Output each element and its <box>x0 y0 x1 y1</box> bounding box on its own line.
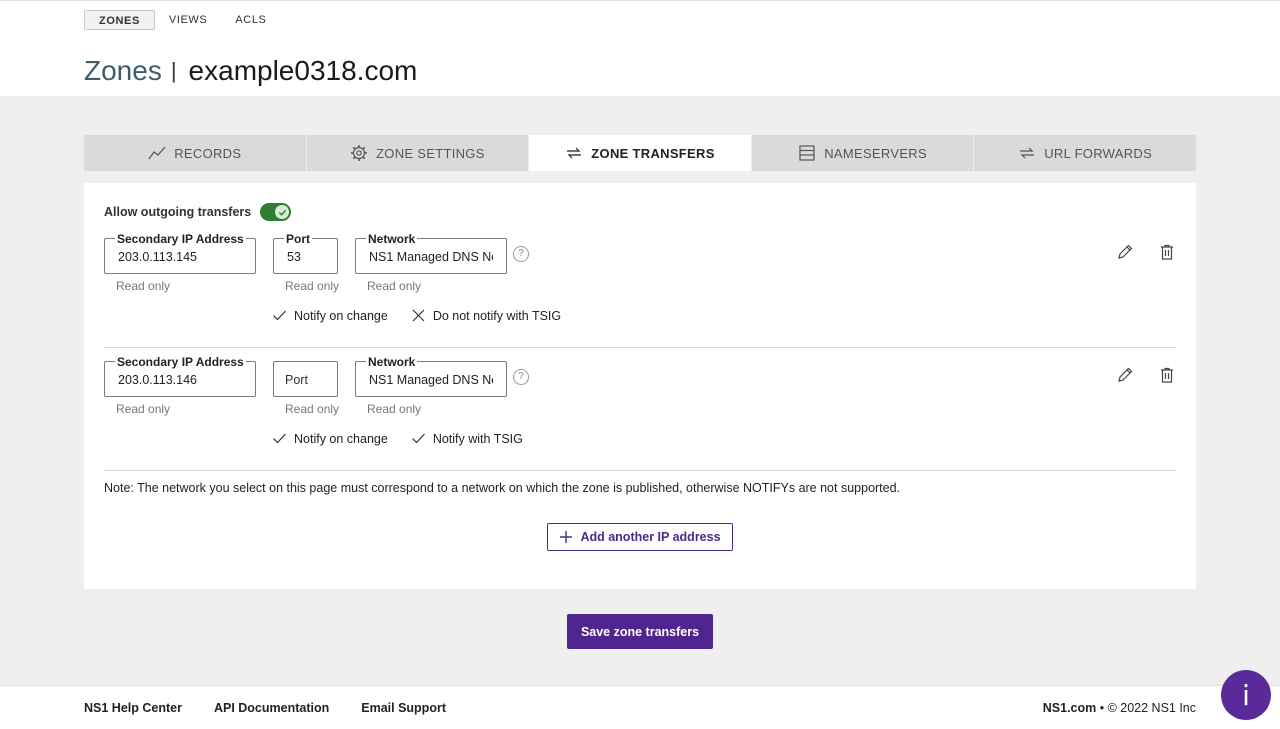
read-only-hint: Read only <box>285 402 340 416</box>
chart-line-icon <box>148 146 166 160</box>
port-label: Port <box>284 232 312 246</box>
breadcrumb: Zones | example0318.com <box>84 55 417 87</box>
check-icon <box>273 433 286 444</box>
port-placeholder: Port <box>285 373 308 387</box>
subnav-views[interactable]: VIEWS <box>155 10 221 30</box>
read-only-hint: Read only <box>367 402 422 416</box>
help-icon[interactable]: ? <box>513 369 529 385</box>
email-support-link[interactable]: Email Support <box>361 701 446 715</box>
row-actions <box>1116 243 1176 261</box>
port-value: 53 <box>287 250 301 264</box>
network-label: Network <box>366 355 418 369</box>
secondary-ip-value: 203.0.113.145 <box>118 250 198 264</box>
edit-pencil-icon[interactable] <box>1116 243 1134 261</box>
breadcrumb-separator: | <box>170 58 177 83</box>
tsig-label: Do not notify with TSIG <box>432 308 562 323</box>
secondary-ip-label: Secondary IP Address <box>115 355 246 369</box>
allow-transfers-row: Allow outgoing transfers <box>104 203 292 221</box>
network-value: NS1 Managed DNS Network <box>369 373 493 387</box>
top-bar: ZONES VIEWS ACLS Zones | example0318.com <box>0 0 1280 96</box>
network-note: Note: The network you select on this pag… <box>104 481 901 495</box>
page-title: example0318.com <box>188 55 418 86</box>
footer-links: NS1 Help Center API Documentation Email … <box>84 701 446 715</box>
save-zone-transfers-button[interactable]: Save zone transfers <box>567 614 713 649</box>
secondary-ip-value: 203.0.113.146 <box>118 373 198 387</box>
read-only-hint: Read only <box>285 279 340 293</box>
plus-icon <box>560 531 573 543</box>
zone-transfers-panel: Allow outgoing transfers Secondary IP Ad… <box>84 183 1196 589</box>
allow-transfers-toggle[interactable] <box>260 203 292 221</box>
check-icon <box>411 433 425 444</box>
add-ip-address-button[interactable]: Add another IP address <box>547 523 733 551</box>
tab-url-forwards-label: URL FORWARDS <box>1044 145 1153 161</box>
help-center-link[interactable]: NS1 Help Center <box>84 701 182 715</box>
trash-icon[interactable] <box>1158 366 1176 384</box>
notify-on-change-label: Notify on change <box>294 431 388 446</box>
notify-on-change-option[interactable]: Notify on change <box>272 431 388 446</box>
check-icon <box>273 310 286 321</box>
toggle-knob <box>275 205 290 219</box>
secondary-ip-field[interactable]: Secondary IP Address 203.0.113.145 <box>104 232 256 274</box>
transfer-arrows-icon <box>567 147 582 159</box>
breadcrumb-zones-link[interactable]: Zones <box>84 55 162 87</box>
network-field[interactable]: Network NS1 Managed DNS Network <box>355 232 507 274</box>
notify-on-change-label: Notify on change <box>294 308 388 323</box>
tab-zone-settings[interactable]: ZONE SETTINGS <box>306 135 530 171</box>
forward-arrows-icon <box>1020 147 1035 159</box>
row-divider <box>104 347 1176 348</box>
tsig-option[interactable]: Notify with TSIG <box>411 431 523 446</box>
copyright: NS1.com • © 2022 NS1 Inc <box>1043 701 1196 715</box>
network-value: NS1 Managed DNS Network <box>369 250 493 264</box>
subnav-zones[interactable]: ZONES <box>84 10 155 30</box>
gear-icon <box>351 145 368 161</box>
port-field[interactable]: Port 53 <box>273 232 338 274</box>
network-field[interactable]: Network NS1 Managed DNS Network <box>355 355 507 397</box>
footer: NS1 Help Center API Documentation Email … <box>0 685 1280 729</box>
zone-tabs: RECORDS ZONE SETTINGS ZONE TRANSFERS NAM… <box>84 135 1196 171</box>
port-field[interactable]: Port <box>273 361 338 397</box>
subnav-acls[interactable]: ACLS <box>221 10 280 30</box>
info-icon[interactable]: i <box>1221 670 1271 720</box>
sub-navigation: ZONES VIEWS ACLS <box>84 10 281 30</box>
read-only-hint: Read only <box>116 279 171 293</box>
add-ip-address-label: Add another IP address <box>580 530 721 544</box>
notify-on-change-option[interactable]: Notify on change <box>272 308 388 323</box>
help-icon[interactable]: ? <box>513 246 529 262</box>
tab-zone-transfers[interactable]: ZONE TRANSFERS <box>529 135 752 171</box>
tab-records[interactable]: RECORDS <box>84 135 307 171</box>
transfer-options: Notify on change Do not notify with TSIG <box>272 308 584 323</box>
tab-records-label: RECORDS <box>174 145 242 161</box>
tsig-label: Notify with TSIG <box>432 431 523 446</box>
read-only-hint: Read only <box>116 402 171 416</box>
site-link[interactable]: NS1.com <box>1043 701 1097 715</box>
network-label: Network <box>366 232 418 246</box>
tab-zone-settings-label: ZONE SETTINGS <box>376 145 485 161</box>
server-list-icon <box>799 145 815 161</box>
tab-url-forwards[interactable]: URL FORWARDS <box>974 135 1196 171</box>
row-actions <box>1116 366 1176 384</box>
api-documentation-link[interactable]: API Documentation <box>214 701 329 715</box>
close-icon <box>412 309 425 322</box>
tab-nameservers-label: NAMESERVERS <box>824 145 927 161</box>
secondary-ip-label: Secondary IP Address <box>115 232 246 246</box>
tsig-option[interactable]: Do not notify with TSIG <box>411 308 561 323</box>
edit-pencil-icon[interactable] <box>1116 366 1134 384</box>
secondary-ip-field[interactable]: Secondary IP Address 203.0.113.146 <box>104 355 256 397</box>
copyright-text: • © 2022 NS1 Inc <box>1096 701 1196 715</box>
transfer-options: Notify on change Notify with TSIG <box>272 431 546 446</box>
check-icon <box>278 209 286 216</box>
row-divider <box>104 470 1176 471</box>
tab-nameservers[interactable]: NAMESERVERS <box>751 135 975 171</box>
tab-zone-transfers-label: ZONE TRANSFERS <box>591 145 715 161</box>
allow-transfers-label: Allow outgoing transfers <box>104 205 252 219</box>
trash-icon[interactable] <box>1158 243 1176 261</box>
read-only-hint: Read only <box>367 279 422 293</box>
